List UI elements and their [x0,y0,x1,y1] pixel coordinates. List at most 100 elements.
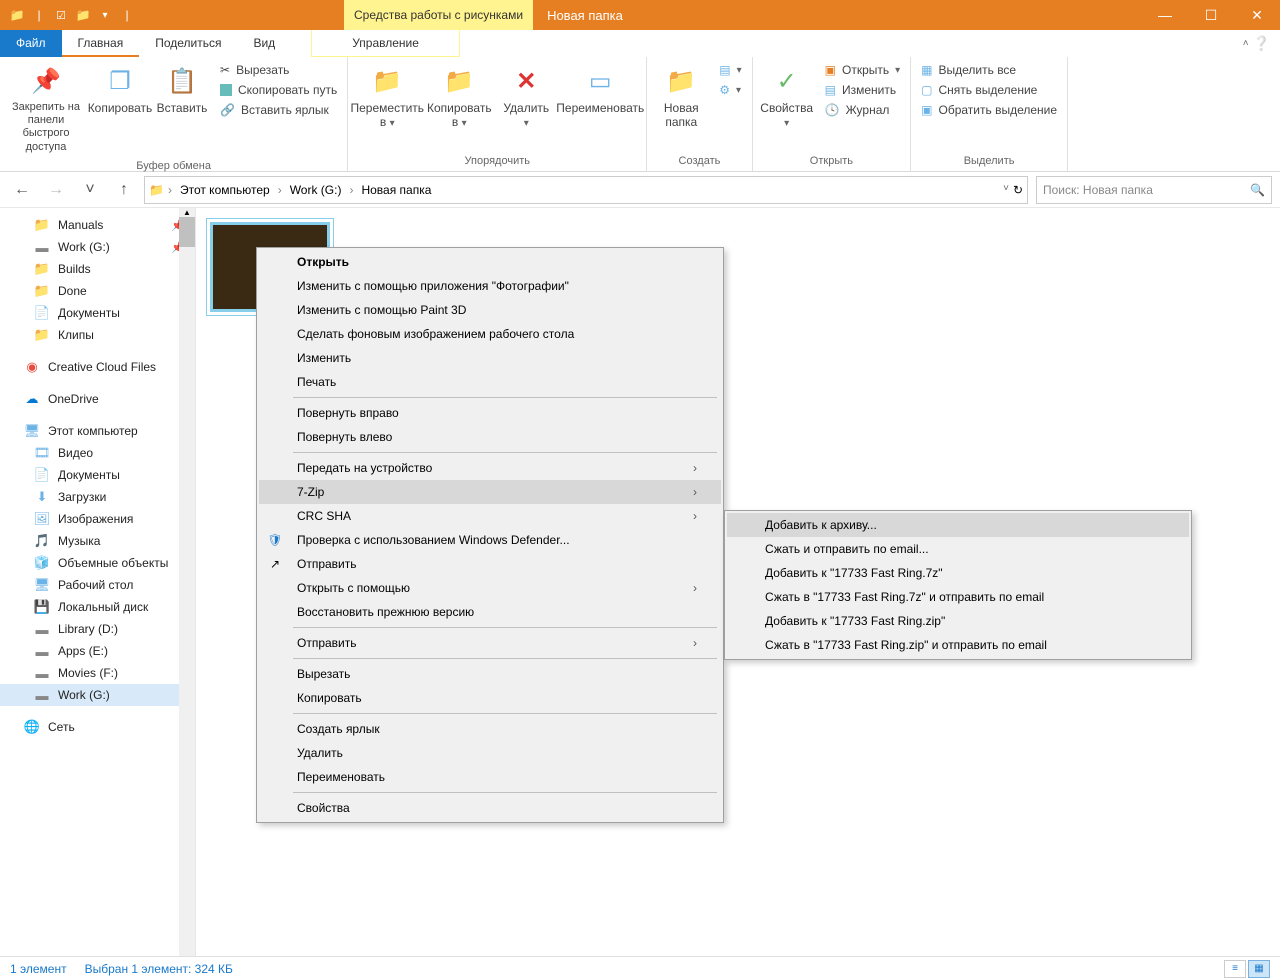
tree-item-video[interactable]: 🎞Видео [0,442,195,464]
ctx-edit-paint3d[interactable]: Изменить с помощью Paint 3D [259,298,721,322]
ctx-crc-sha[interactable]: CRC SHA› [259,504,721,528]
ctx-defender[interactable]: 🛡Проверка с использованием Windows Defen… [259,528,721,552]
ctx-7zip[interactable]: 7-Zip› [259,480,721,504]
tree-item-network[interactable]: 🌐Сеть [0,716,195,738]
checkbox-icon[interactable]: ☑ [52,6,70,24]
breadcrumb-this-pc[interactable]: Этот компьютер [176,183,274,197]
ctx-edit-photos[interactable]: Изменить с помощью приложения "Фотографи… [259,274,721,298]
tree-item-ccf[interactable]: ◉Creative Cloud Files [0,356,195,378]
address-bar[interactable]: 📁 › Этот компьютер › Work (G:) › Новая п… [144,176,1028,204]
select-all-button[interactable]: ▦Выделить все [917,61,1061,79]
search-box[interactable]: Поиск: Новая папка 🔍 [1036,176,1272,204]
ribbon-collapse[interactable]: ˄❔ [1233,30,1280,57]
tree-item-apps-e[interactable]: ▬Apps (E:) [0,640,195,662]
help-icon[interactable]: ❔ [1253,35,1270,52]
tree-item-local-disk[interactable]: 💾Локальный диск [0,596,195,618]
refresh-button[interactable]: ↻ [1013,183,1023,197]
sub-add-7z[interactable]: Добавить к "17733 Fast Ring.7z" [727,561,1189,585]
sub-add-archive[interactable]: Добавить к архиву... [727,513,1189,537]
new-item-button[interactable]: ▤▾ [715,61,745,79]
tab-file[interactable]: Файл [0,30,62,57]
tree-item-downloads[interactable]: ⬇Загрузки [0,486,195,508]
minimize-button[interactable]: ― [1142,0,1188,30]
back-button[interactable]: ← [8,176,36,204]
address-dropdown[interactable]: ˅ [1003,183,1009,197]
tree-item-done[interactable]: 📁Done [0,280,195,302]
chevron-right-icon[interactable]: › [278,183,282,197]
tree-item-clips[interactable]: 📁Клипы [0,324,195,346]
maximize-button[interactable]: ☐ [1188,0,1234,30]
ctx-create-shortcut[interactable]: Создать ярлык [259,717,721,741]
ctx-send-to[interactable]: Отправить› [259,631,721,655]
paste-button[interactable]: 📋 Вставить [154,61,210,119]
ctx-set-wallpaper[interactable]: Сделать фоновым изображением рабочего ст… [259,322,721,346]
tree-item-desktop[interactable]: 🖥Рабочий стол [0,574,195,596]
breadcrumb-folder[interactable]: Новая папка [357,183,435,197]
tree-item-movies-f[interactable]: ▬Movies (F:) [0,662,195,684]
paste-shortcut-button[interactable]: 🔗Вставить ярлык [216,101,341,119]
copy-path-button[interactable]: Скопировать путь [216,81,341,99]
chevron-right-icon[interactable]: › [349,183,353,197]
sub-compress-zip-email[interactable]: Сжать в "17733 Fast Ring.zip" и отправит… [727,633,1189,657]
tree-item-this-pc[interactable]: 🖥Этот компьютер [0,420,195,442]
easy-access-button[interactable]: ⚙▾ [715,81,745,99]
thumbnails-view-button[interactable]: ▦ [1248,960,1270,978]
tree-item-pictures[interactable]: 🖼Изображения [0,508,195,530]
ctx-rename[interactable]: Переименовать [259,765,721,789]
select-none-button[interactable]: ▢Снять выделение [917,81,1061,99]
edit-button[interactable]: ▤Изменить [821,81,905,99]
ctx-print[interactable]: Печать [259,370,721,394]
tree-item-builds[interactable]: 📁Builds [0,258,195,280]
open-button[interactable]: ▣Открыть▾ [821,61,905,79]
rename-button[interactable]: ▭ Переименовать [560,61,640,119]
ctx-properties[interactable]: Свойства [259,796,721,820]
close-button[interactable]: ✕ [1234,0,1280,30]
tree-item-work-g2[interactable]: ▬Work (G:) [0,684,195,706]
tree-item-onedrive[interactable]: ☁OneDrive [0,388,195,410]
tree-item-3d[interactable]: 🧊Объемные объекты [0,552,195,574]
ctx-cut[interactable]: Вырезать [259,662,721,686]
properties-button[interactable]: ✓ Свойства ▾ [759,61,815,133]
invert-selection-button[interactable]: ▣Обратить выделение [917,101,1061,119]
tab-manage[interactable]: Управление [311,30,460,57]
move-to-button[interactable]: 📁 Переместить в ▾ [354,61,420,133]
tree-item-music[interactable]: 🎵Музыка [0,530,195,552]
tab-home[interactable]: Главная [62,30,140,57]
copy-to-button[interactable]: 📁 Копировать в ▾ [426,61,492,133]
tab-share[interactable]: Поделиться [139,30,237,57]
tree-item-library-d[interactable]: ▬Library (D:) [0,618,195,640]
sub-add-zip[interactable]: Добавить к "17733 Fast Ring.zip" [727,609,1189,633]
history-button[interactable]: 🕓Журнал [821,101,905,119]
cut-button[interactable]: ✂Вырезать [216,61,341,79]
ctx-edit[interactable]: Изменить [259,346,721,370]
sub-compress-7z-email[interactable]: Сжать в "17733 Fast Ring.7z" и отправить… [727,585,1189,609]
ctx-restore[interactable]: Восстановить прежнюю версию [259,600,721,624]
forward-button[interactable]: → [42,176,70,204]
ctx-delete[interactable]: Удалить [259,741,721,765]
qat-dropdown-icon[interactable]: ▾ [96,6,114,24]
copy-button[interactable]: ❐ Копировать [92,61,148,119]
folder-icon[interactable]: 📁 [74,6,92,24]
ctx-open[interactable]: Открыть [259,250,721,274]
up-button[interactable]: ↑ [110,176,138,204]
chevron-right-icon[interactable]: › [168,183,172,197]
ctx-copy[interactable]: Копировать [259,686,721,710]
ctx-rotate-right[interactable]: Повернуть вправо [259,401,721,425]
tree-item-work-g[interactable]: ▬Work (G:)📌 [0,236,195,258]
delete-button[interactable]: ✕ Удалить ▾ [498,61,554,133]
details-view-button[interactable]: ≡ [1224,960,1246,978]
tree-item-documents2[interactable]: 📄Документы [0,464,195,486]
sub-compress-email[interactable]: Сжать и отправить по email... [727,537,1189,561]
breadcrumb-drive[interactable]: Work (G:) [286,183,346,197]
ctx-share[interactable]: ↗Отправить [259,552,721,576]
folder-icon[interactable]: 📁 [8,6,26,24]
tree-scrollbar[interactable]: ▲ [179,208,195,956]
history-dropdown[interactable]: ˅ [76,176,104,204]
ctx-cast[interactable]: Передать на устройство› [259,456,721,480]
new-folder-button[interactable]: 📁 Новая папка [653,61,709,133]
ctx-rotate-left[interactable]: Повернуть влево [259,425,721,449]
ctx-open-with[interactable]: Открыть с помощью› [259,576,721,600]
pin-quick-access-button[interactable]: 📌 Закрепить на панели быстрого доступа [6,61,86,158]
tree-item-documents[interactable]: 📄Документы [0,302,195,324]
tree-item-manuals[interactable]: 📁Manuals📌 [0,214,195,236]
